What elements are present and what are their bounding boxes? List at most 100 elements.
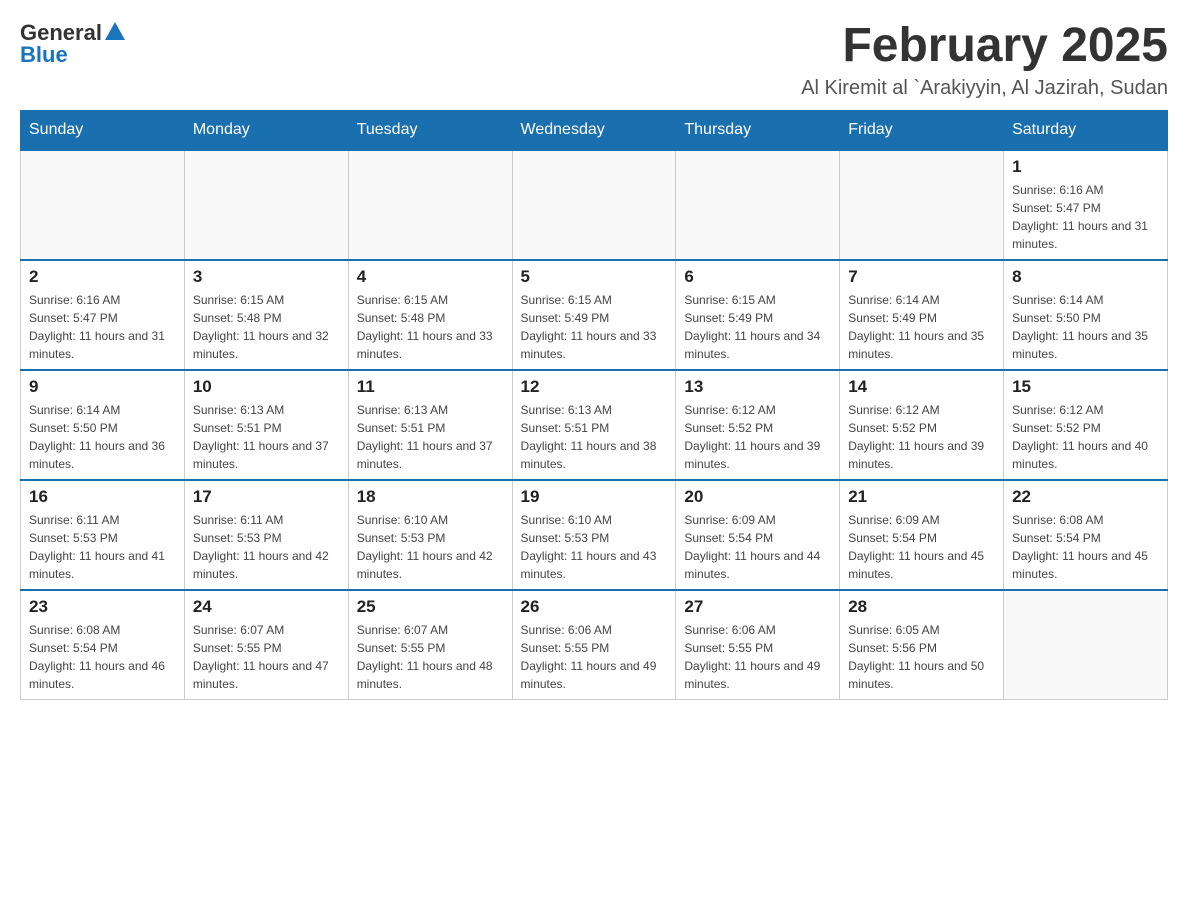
calendar-week-row: 1Sunrise: 6:16 AMSunset: 5:47 PMDaylight… xyxy=(21,150,1168,260)
day-info: Sunrise: 6:13 AMSunset: 5:51 PMDaylight:… xyxy=(521,401,668,473)
day-info: Sunrise: 6:08 AMSunset: 5:54 PMDaylight:… xyxy=(29,621,176,693)
day-number: 18 xyxy=(357,487,504,507)
day-info: Sunrise: 6:12 AMSunset: 5:52 PMDaylight:… xyxy=(684,401,831,473)
calendar-week-row: 16 Sunrise: 6:11 AMSunset: 5:53 PMDayligh… xyxy=(21,480,1168,590)
logo-triangle-icon xyxy=(105,22,125,40)
day-number: 24 xyxy=(193,597,340,617)
day-number: 8 xyxy=(1012,267,1159,287)
calendar-header-row: Sunday Monday Tuesday Wednesday Thursday… xyxy=(21,110,1168,150)
table-row: 12 Sunrise: 6:13 AMSunset: 5:51 PMDayligh… xyxy=(512,370,676,480)
col-tuesday: Tuesday xyxy=(348,110,512,150)
table-row: 28 Sunrise: 6:05 AMSunset: 5:56 PMDayligh… xyxy=(840,590,1004,700)
table-row: 11 Sunrise: 6:13 AMSunset: 5:51 PMDayligh… xyxy=(348,370,512,480)
table-row: 9 Sunrise: 6:14 AMSunset: 5:50 PMDaylight… xyxy=(21,370,185,480)
day-info: Sunrise: 6:14 AMSunset: 5:50 PMDaylight:… xyxy=(29,401,176,473)
day-number: 10 xyxy=(193,377,340,397)
day-number: 3 xyxy=(193,267,340,287)
day-info: Sunrise: 6:09 AMSunset: 5:54 PMDaylight:… xyxy=(848,511,995,583)
day-info: Sunrise: 6:12 AMSunset: 5:52 PMDaylight:… xyxy=(848,401,995,473)
table-row: 22 Sunrise: 6:08 AMSunset: 5:54 PMDayligh… xyxy=(1004,480,1168,590)
table-row: 24Sunrise: 6:07 AMSunset: 5:55 PMDayligh… xyxy=(184,590,348,700)
day-number: 4 xyxy=(357,267,504,287)
table-row xyxy=(512,150,676,260)
location-text: Al Kiremit al `Arakiyyin, Al Jazirah, Su… xyxy=(801,77,1168,100)
table-row: 26Sunrise: 6:06 AMSunset: 5:55 PMDayligh… xyxy=(512,590,676,700)
calendar-week-row: 2 Sunrise: 6:16 AMSunset: 5:47 PMDaylight… xyxy=(21,260,1168,370)
col-thursday: Thursday xyxy=(676,110,840,150)
table-row: 20Sunrise: 6:09 AMSunset: 5:54 PMDayligh… xyxy=(676,480,840,590)
day-number: 9 xyxy=(29,377,176,397)
col-monday: Monday xyxy=(184,110,348,150)
day-number: 2 xyxy=(29,267,176,287)
title-section: February 2025 Al Kiremit al `Arakiyyin, … xyxy=(801,20,1168,100)
day-number: 19 xyxy=(521,487,668,507)
day-number: 7 xyxy=(848,267,995,287)
day-number: 11 xyxy=(357,377,504,397)
table-row xyxy=(184,150,348,260)
table-row: 19 Sunrise: 6:10 AMSunset: 5:53 PMDayligh… xyxy=(512,480,676,590)
day-info: Sunrise: 6:12 AMSunset: 5:52 PMDaylight:… xyxy=(1012,401,1159,473)
day-number: 6 xyxy=(684,267,831,287)
day-number: 22 xyxy=(1012,487,1159,507)
day-number: 23 xyxy=(29,597,176,617)
table-row: 7 Sunrise: 6:14 AMSunset: 5:49 PMDaylight… xyxy=(840,260,1004,370)
logo-blue-text: Blue xyxy=(20,42,68,68)
table-row: 16 Sunrise: 6:11 AMSunset: 5:53 PMDayligh… xyxy=(21,480,185,590)
table-row: 3 Sunrise: 6:15 AMSunset: 5:48 PMDaylight… xyxy=(184,260,348,370)
table-row: 17 Sunrise: 6:11 AMSunset: 5:53 PMDayligh… xyxy=(184,480,348,590)
day-info: Sunrise: 6:06 AMSunset: 5:55 PMDaylight:… xyxy=(521,621,668,693)
table-row: 21Sunrise: 6:09 AMSunset: 5:54 PMDayligh… xyxy=(840,480,1004,590)
table-row xyxy=(21,150,185,260)
day-info: Sunrise: 6:09 AMSunset: 5:54 PMDaylight:… xyxy=(684,511,831,583)
page-header: General Blue February 2025 Al Kiremit al… xyxy=(20,20,1168,100)
table-row: 1Sunrise: 6:16 AMSunset: 5:47 PMDaylight… xyxy=(1004,150,1168,260)
table-row xyxy=(1004,590,1168,700)
col-wednesday: Wednesday xyxy=(512,110,676,150)
day-number: 16 xyxy=(29,487,176,507)
day-number: 25 xyxy=(357,597,504,617)
table-row: 10 Sunrise: 6:13 AMSunset: 5:51 PMDayligh… xyxy=(184,370,348,480)
table-row xyxy=(348,150,512,260)
day-info: Sunrise: 6:13 AMSunset: 5:51 PMDaylight:… xyxy=(193,401,340,473)
table-row: 14 Sunrise: 6:12 AMSunset: 5:52 PMDayligh… xyxy=(840,370,1004,480)
day-number: 13 xyxy=(684,377,831,397)
day-info: Sunrise: 6:14 AMSunset: 5:49 PMDaylight:… xyxy=(848,291,995,363)
table-row: 23 Sunrise: 6:08 AMSunset: 5:54 PMDayligh… xyxy=(21,590,185,700)
table-row: 4 Sunrise: 6:15 AMSunset: 5:48 PMDaylight… xyxy=(348,260,512,370)
day-info: Sunrise: 6:07 AMSunset: 5:55 PMDaylight:… xyxy=(357,621,504,693)
day-number: 27 xyxy=(684,597,831,617)
day-number: 1 xyxy=(1012,157,1159,177)
day-info: Sunrise: 6:08 AMSunset: 5:54 PMDaylight:… xyxy=(1012,511,1159,583)
table-row xyxy=(840,150,1004,260)
table-row: 27Sunrise: 6:06 AMSunset: 5:55 PMDayligh… xyxy=(676,590,840,700)
col-sunday: Sunday xyxy=(21,110,185,150)
table-row xyxy=(676,150,840,260)
day-info: Sunrise: 6:15 AMSunset: 5:49 PMDaylight:… xyxy=(684,291,831,363)
day-info: Sunrise: 6:15 AMSunset: 5:48 PMDaylight:… xyxy=(193,291,340,363)
day-info: Sunrise: 6:11 AMSunset: 5:53 PMDaylight:… xyxy=(29,511,176,583)
day-number: 14 xyxy=(848,377,995,397)
col-saturday: Saturday xyxy=(1004,110,1168,150)
day-number: 15 xyxy=(1012,377,1159,397)
day-number: 28 xyxy=(848,597,995,617)
table-row: 15 Sunrise: 6:12 AMSunset: 5:52 PMDayligh… xyxy=(1004,370,1168,480)
day-info: Sunrise: 6:15 AMSunset: 5:48 PMDaylight:… xyxy=(357,291,504,363)
day-info: Sunrise: 6:05 AMSunset: 5:56 PMDaylight:… xyxy=(848,621,995,693)
day-info: Sunrise: 6:16 AMSunset: 5:47 PMDaylight:… xyxy=(29,291,176,363)
day-info: Sunrise: 6:11 AMSunset: 5:53 PMDaylight:… xyxy=(193,511,340,583)
table-row: 5 Sunrise: 6:15 AMSunset: 5:49 PMDaylight… xyxy=(512,260,676,370)
day-info: Sunrise: 6:14 AMSunset: 5:50 PMDaylight:… xyxy=(1012,291,1159,363)
day-number: 5 xyxy=(521,267,668,287)
calendar-week-row: 9 Sunrise: 6:14 AMSunset: 5:50 PMDaylight… xyxy=(21,370,1168,480)
table-row: 2 Sunrise: 6:16 AMSunset: 5:47 PMDaylight… xyxy=(21,260,185,370)
calendar-table: Sunday Monday Tuesday Wednesday Thursday… xyxy=(20,110,1168,701)
calendar-week-row: 23 Sunrise: 6:08 AMSunset: 5:54 PMDayligh… xyxy=(21,590,1168,700)
day-info: Sunrise: 6:10 AMSunset: 5:53 PMDaylight:… xyxy=(521,511,668,583)
day-number: 17 xyxy=(193,487,340,507)
day-info: Sunrise: 6:10 AMSunset: 5:53 PMDaylight:… xyxy=(357,511,504,583)
day-info: Sunrise: 6:13 AMSunset: 5:51 PMDaylight:… xyxy=(357,401,504,473)
table-row: 8 Sunrise: 6:14 AMSunset: 5:50 PMDaylight… xyxy=(1004,260,1168,370)
table-row: 6 Sunrise: 6:15 AMSunset: 5:49 PMDaylight… xyxy=(676,260,840,370)
day-number: 12 xyxy=(521,377,668,397)
day-info: Sunrise: 6:15 AMSunset: 5:49 PMDaylight:… xyxy=(521,291,668,363)
